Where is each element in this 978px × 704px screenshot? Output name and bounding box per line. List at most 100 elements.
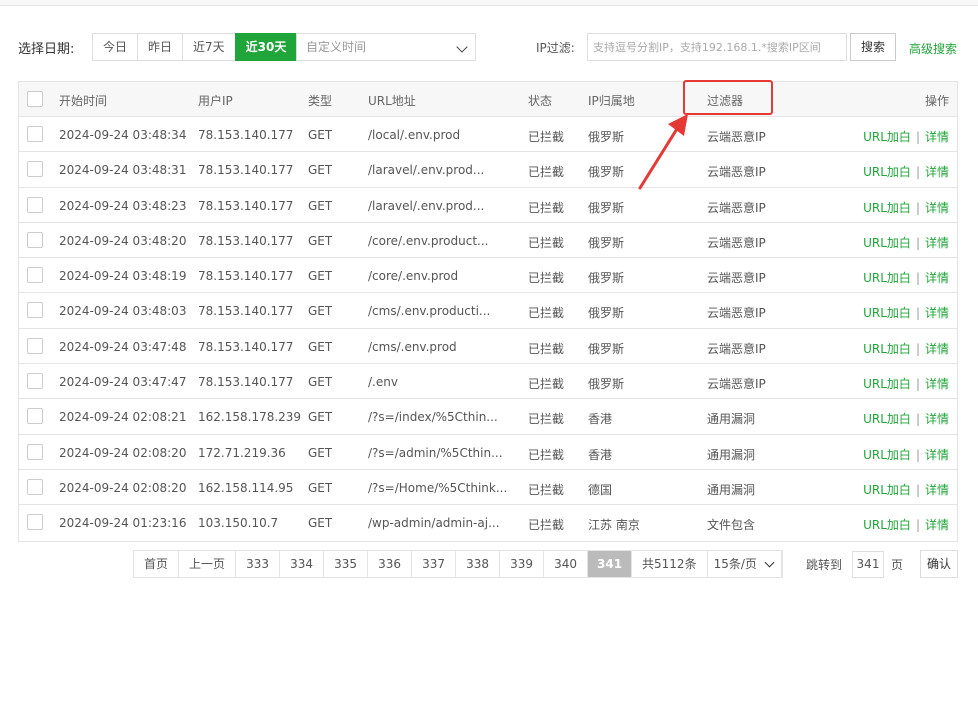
cell-user-ip: 162.158.114.95: [198, 480, 294, 495]
cell-start-time: 2024-09-24 02:08:20: [59, 480, 187, 495]
search-button[interactable]: 搜索: [850, 33, 896, 61]
cell-filter: 文件包含: [707, 518, 756, 533]
detail-link[interactable]: 详情: [925, 306, 949, 320]
row-actions: URL加白 | 详情: [863, 375, 949, 392]
cell-url: /local/.env.prod: [368, 128, 461, 142]
detail-link[interactable]: 详情: [925, 271, 949, 285]
url-whitelist-link[interactable]: URL加白: [863, 165, 911, 179]
detail-link[interactable]: 详情: [925, 236, 949, 250]
detail-link[interactable]: 详情: [925, 483, 949, 497]
url-whitelist-link[interactable]: URL加白: [863, 377, 911, 391]
url-whitelist-link[interactable]: URL加白: [863, 271, 911, 285]
table-body: 2024-09-24 03:48:34 78.153.140.177 GET/loc…: [19, 117, 957, 541]
url-whitelist-link[interactable]: URL加白: [863, 483, 911, 497]
cell-status: 已拦截: [528, 235, 565, 250]
url-whitelist-link[interactable]: URL加白: [863, 201, 911, 215]
detail-link[interactable]: 详情: [925, 412, 949, 426]
date-yesterday-button[interactable]: 昨日: [137, 33, 184, 61]
action-separator: |: [915, 271, 920, 286]
select-all-checkbox[interactable]: [27, 91, 43, 107]
url-whitelist-link[interactable]: URL加白: [863, 342, 911, 356]
cell-user-ip: 78.153.140.177: [198, 269, 294, 284]
total-count: 共5112条: [632, 551, 708, 577]
page-number[interactable]: 339: [500, 551, 545, 577]
row-checkbox[interactable]: [27, 161, 43, 178]
page-number[interactable]: 334: [280, 551, 325, 577]
action-separator: |: [915, 130, 920, 144]
cell-filter: 云端恶意IP: [707, 377, 766, 392]
cell-ip-region: 俄罗斯: [588, 377, 625, 392]
ip-filter-input[interactable]: [587, 33, 847, 61]
row-checkbox[interactable]: [27, 408, 43, 425]
detail-link[interactable]: 详情: [925, 518, 949, 532]
cell-user-ip: 172.71.219.36: [198, 445, 286, 460]
jump-confirm-button[interactable]: 确认: [920, 550, 958, 578]
per-page-select[interactable]: 15条/页: [708, 551, 782, 577]
page-number[interactable]: 338: [456, 551, 501, 577]
pagination: 首页 上一页 333 334 335 336 337 338 339 340 3…: [133, 550, 783, 578]
cell-start-time: 2024-09-24 01:23:16: [59, 516, 187, 531]
cell-start-time: 2024-09-24 03:48:31: [59, 163, 187, 178]
url-whitelist-link[interactable]: URL加白: [863, 448, 911, 462]
action-separator: |: [915, 235, 920, 250]
cell-ip-region: 俄罗斯: [588, 271, 625, 286]
cell-filter: 云端恶意IP: [707, 341, 766, 356]
table-row: 2024-09-24 03:48:19 78.153.140.177 GET/cor…: [19, 258, 957, 294]
detail-link[interactable]: 详情: [925, 377, 949, 391]
detail-link[interactable]: 详情: [925, 342, 949, 356]
row-checkbox[interactable]: [27, 443, 43, 460]
row-checkbox[interactable]: [27, 196, 43, 213]
action-separator: |: [915, 412, 920, 427]
cell-start-time: 2024-09-24 03:48:19: [59, 269, 187, 284]
header-actions: 操作: [924, 94, 949, 108]
cell-status: 已拦截: [528, 377, 565, 392]
cell-url: /laravel/.env.prod...: [368, 198, 485, 213]
page-number-current[interactable]: 341: [588, 551, 633, 577]
cell-user-ip: 78.153.140.177: [198, 163, 294, 178]
row-checkbox[interactable]: [27, 267, 43, 284]
detail-link[interactable]: 详情: [925, 130, 949, 144]
cell-status: 已拦截: [528, 130, 565, 144]
action-separator: |: [915, 377, 920, 392]
advanced-search-link[interactable]: 高级搜索: [909, 40, 957, 57]
page-number[interactable]: 335: [324, 551, 369, 577]
date-today-button[interactable]: 今日: [92, 33, 139, 61]
row-checkbox[interactable]: [27, 337, 43, 354]
page-number[interactable]: 336: [368, 551, 413, 577]
jump-page-input[interactable]: 341: [852, 551, 884, 578]
action-separator: |: [915, 518, 920, 533]
cell-filter: 云端恶意IP: [707, 306, 766, 321]
cell-url: /.env: [368, 375, 398, 390]
row-checkbox[interactable]: [27, 478, 43, 495]
detail-link[interactable]: 详情: [925, 201, 949, 215]
page-first-button[interactable]: 首页: [134, 551, 180, 577]
header-status: 状态: [528, 94, 553, 108]
row-checkbox[interactable]: [27, 231, 43, 248]
row-checkbox[interactable]: [27, 126, 43, 142]
cell-type: GET: [308, 375, 333, 390]
page-number[interactable]: 337: [412, 551, 457, 577]
cell-start-time: 2024-09-24 03:48:20: [59, 233, 187, 248]
row-checkbox[interactable]: [27, 302, 43, 319]
row-checkbox[interactable]: [27, 373, 43, 390]
row-actions: URL加白 | 详情: [863, 163, 949, 180]
cell-ip-region: 香港: [588, 447, 613, 462]
custom-time-select[interactable]: 自定义时间: [296, 33, 476, 61]
cell-type: GET: [308, 480, 333, 495]
url-whitelist-link[interactable]: URL加白: [863, 412, 911, 426]
date-7days-button[interactable]: 近7天: [182, 33, 236, 61]
url-whitelist-link[interactable]: URL加白: [863, 236, 911, 250]
date-30days-button[interactable]: 近30天: [234, 33, 298, 61]
page-number[interactable]: 340: [544, 551, 589, 577]
page-number[interactable]: 333: [236, 551, 281, 577]
detail-link[interactable]: 详情: [925, 448, 949, 462]
cell-user-ip: 78.153.140.177: [198, 304, 294, 319]
per-page-value: 15条/页: [713, 557, 757, 571]
detail-link[interactable]: 详情: [925, 165, 949, 179]
url-whitelist-link[interactable]: URL加白: [863, 306, 911, 320]
cell-start-time: 2024-09-24 03:47:47: [59, 375, 187, 390]
row-checkbox[interactable]: [27, 514, 43, 531]
page-prev-button[interactable]: 上一页: [179, 551, 237, 577]
url-whitelist-link[interactable]: URL加白: [863, 518, 911, 532]
url-whitelist-link[interactable]: URL加白: [863, 130, 911, 144]
